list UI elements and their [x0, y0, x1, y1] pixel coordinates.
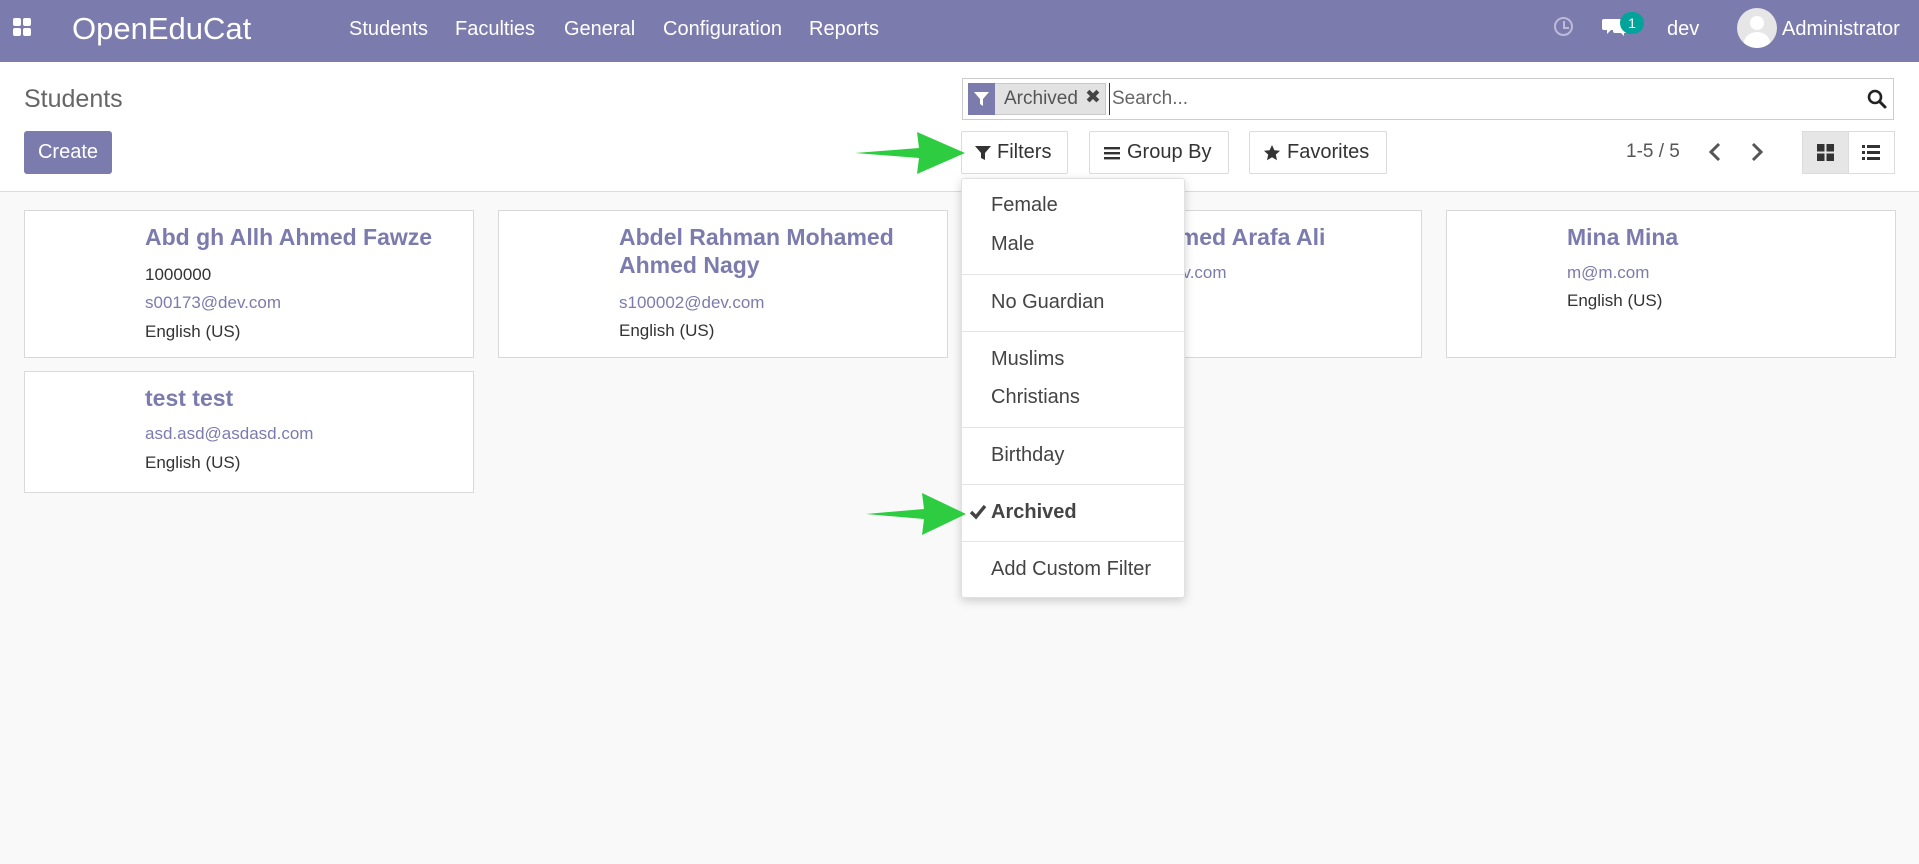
star-icon [1264, 145, 1280, 161]
activity-clock-icon[interactable] [1554, 17, 1573, 36]
filters-dropdown: Female Male No Guardian Muslims Christia… [961, 178, 1185, 598]
pager-value[interactable]: 1-5 / 5 [1626, 141, 1680, 163]
create-button[interactable]: Create [24, 131, 112, 174]
pager-previous-icon[interactable] [1703, 139, 1729, 165]
student-email: asd.asd@asdasd.com [145, 424, 314, 443]
top-navbar: OpenEduCat Students Faculties General Co… [0, 0, 1919, 62]
menu-divider [962, 331, 1184, 332]
page-title: Students [24, 85, 123, 113]
student-language: English (US) [145, 322, 241, 341]
search-facet: Archived ✖ [968, 83, 1106, 115]
list-view-button[interactable] [1848, 131, 1895, 174]
filter-birthday[interactable]: Birthday [991, 443, 1064, 467]
student-name: Mina Mina [1567, 224, 1679, 250]
student-name: Abdel Rahman Mohamed Ahmed Nagy [619, 224, 894, 278]
database-name: dev [1667, 18, 1700, 40]
filter-male[interactable]: Male [991, 232, 1034, 256]
favorites-label: Favorites [1287, 141, 1370, 163]
search-input[interactable] [1109, 83, 1872, 115]
student-card[interactable]: test test asd.asd@asdasd.com English (US… [24, 371, 474, 493]
filters-label: Filters [997, 141, 1052, 163]
menu-configuration[interactable]: Configuration [663, 17, 782, 41]
bars-icon [1104, 147, 1120, 160]
student-card[interactable]: Abd gh Allh Ahmed Fawze 1000000 s00173@d… [24, 210, 474, 358]
apps-menu-icon[interactable] [13, 18, 35, 40]
check-icon [969, 504, 987, 520]
menu-general[interactable]: General [564, 17, 635, 41]
notification-badge: 1 [1620, 12, 1644, 34]
remove-facet-icon[interactable]: ✖ [1085, 87, 1101, 109]
student-language: English (US) [145, 453, 241, 472]
student-name: amed Arafa Ali [1166, 224, 1326, 250]
menu-divider [962, 541, 1184, 542]
filter-christians[interactable]: Christians [991, 385, 1080, 409]
menu-faculties[interactable]: Faculties [455, 17, 535, 41]
pager-next-icon[interactable] [1743, 139, 1769, 165]
add-custom-filter[interactable]: Add Custom Filter [991, 557, 1151, 581]
menu-students[interactable]: Students [349, 17, 428, 41]
menu-divider [962, 484, 1184, 485]
filter-archived[interactable]: Archived [991, 500, 1077, 524]
list-icon [1862, 145, 1880, 160]
filter-facet-icon [968, 83, 995, 115]
student-language: English (US) [619, 321, 715, 340]
student-name: test test [145, 385, 234, 411]
student-name: Abd gh Allh Ahmed Fawze [145, 224, 433, 250]
filter-muslims[interactable]: Muslims [991, 347, 1064, 371]
student-card[interactable]: Mina Mina m@m.com English (US) [1446, 210, 1896, 358]
group-by-label: Group By [1127, 141, 1212, 163]
user-menu[interactable]: Administrator [1782, 17, 1900, 41]
kanban-grid-icon [1817, 144, 1834, 161]
menu-divider [962, 274, 1184, 275]
facet-value: Archived [1004, 88, 1078, 109]
menu-reports[interactable]: Reports [809, 17, 879, 41]
student-id: 1000000 [145, 265, 212, 284]
menu-divider [962, 427, 1184, 428]
student-language: English (US) [1567, 291, 1663, 310]
favorites-button[interactable]: Favorites [1249, 131, 1387, 174]
brand-name[interactable]: OpenEduCat [72, 10, 251, 48]
filters-button[interactable]: Filters [961, 131, 1068, 174]
filter-icon [975, 146, 991, 160]
student-email: s00173@dev.com [145, 293, 282, 312]
student-card[interactable]: Abdel Rahman Mohamed Ahmed Nagy s100002@… [498, 210, 948, 358]
kanban-view-button[interactable] [1802, 131, 1849, 174]
student-email: m@m.com [1567, 263, 1650, 282]
annotation-arrow-icon [866, 493, 966, 535]
filter-female[interactable]: Female [991, 193, 1058, 217]
annotation-arrow-icon [855, 132, 965, 174]
search-icon[interactable] [1867, 89, 1887, 109]
student-email: s100002@dev.com [619, 293, 765, 312]
search-box: Archived ✖ [962, 78, 1894, 120]
group-by-button[interactable]: Group By [1089, 131, 1229, 174]
filter-no-guardian[interactable]: No Guardian [991, 290, 1104, 314]
user-avatar[interactable] [1737, 8, 1777, 48]
